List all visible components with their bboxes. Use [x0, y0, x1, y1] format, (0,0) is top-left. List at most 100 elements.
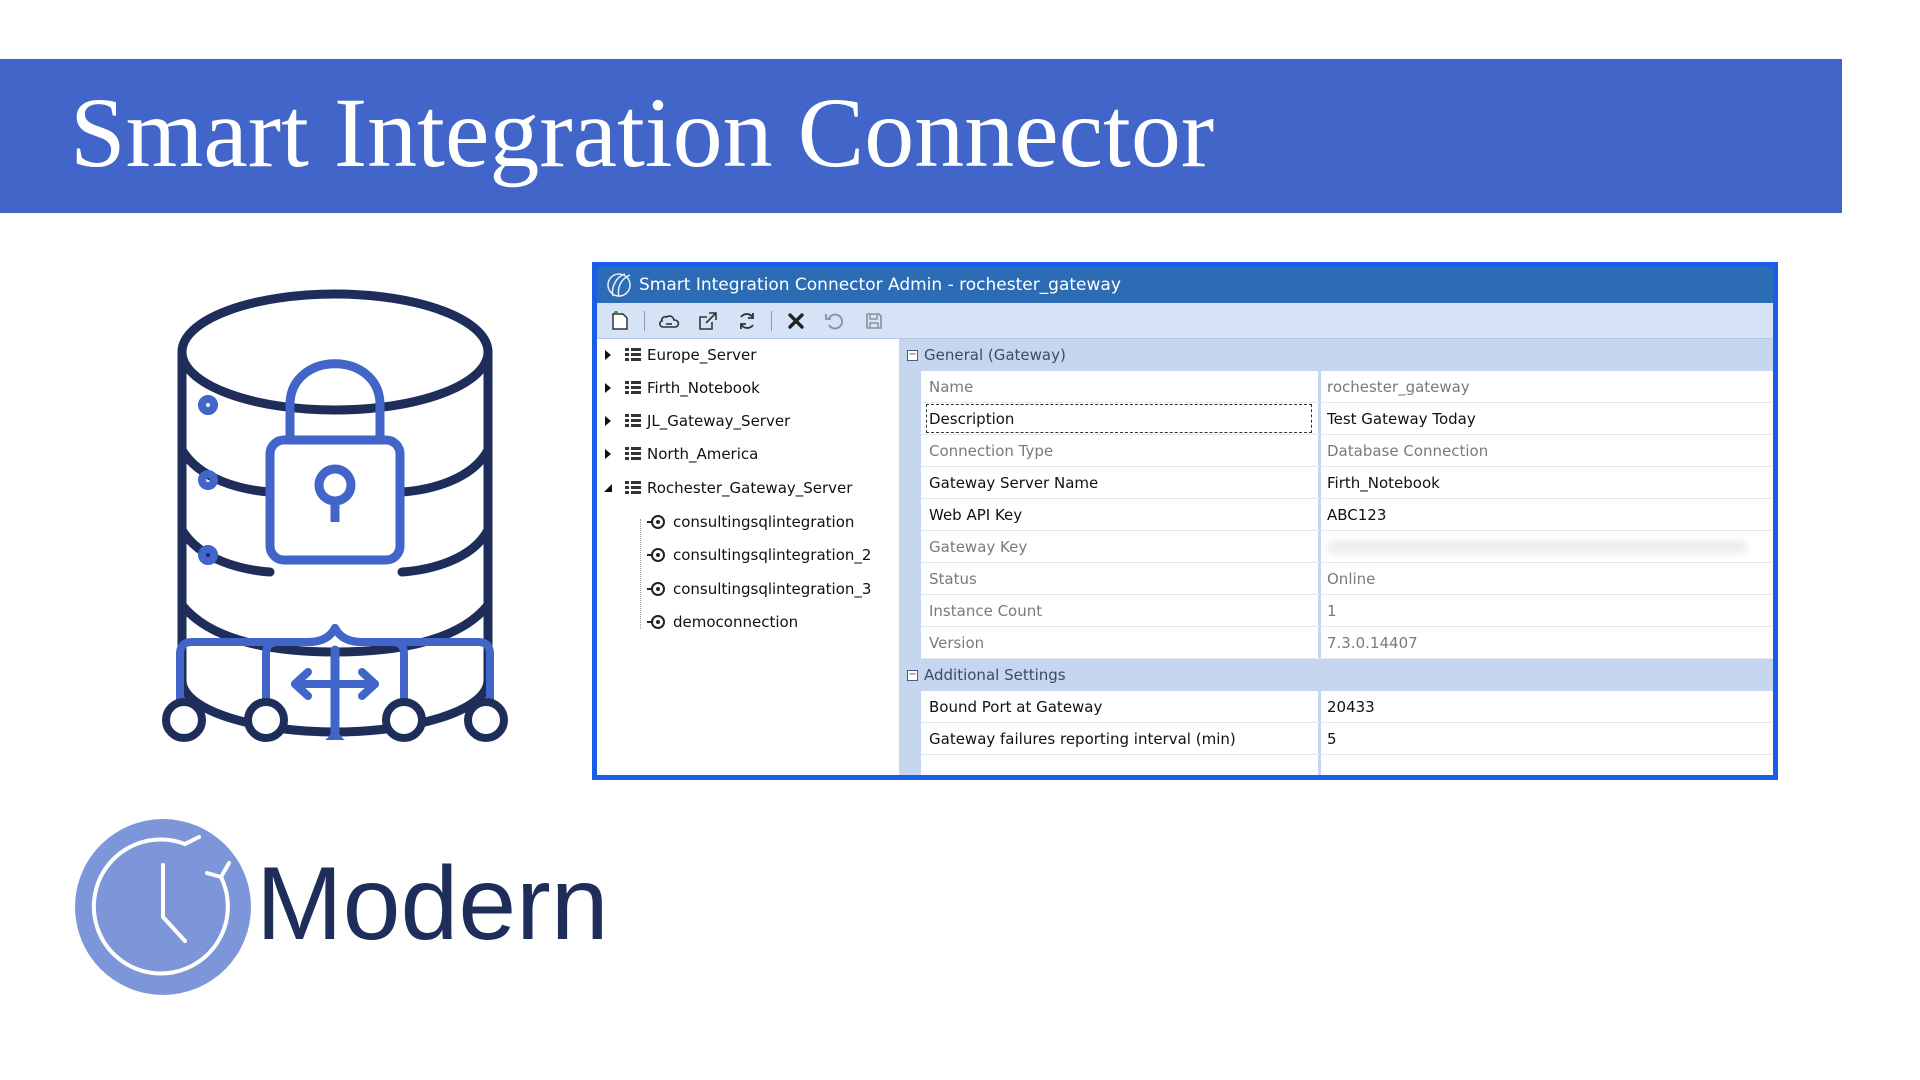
expand-arrow-icon[interactable]: [601, 381, 615, 395]
new-button[interactable]: [605, 307, 635, 335]
delete-button[interactable]: [781, 307, 811, 335]
property-name: Version: [929, 633, 985, 652]
cloud-icon: [659, 314, 680, 328]
property-value: 1: [1327, 601, 1337, 620]
failure-interval-field[interactable]: 5: [1321, 723, 1773, 754]
tree-item-label: democonnection: [673, 613, 799, 631]
web-api-key-field[interactable]: ABC123: [1321, 499, 1773, 530]
refresh-button[interactable]: [732, 307, 762, 335]
tree-item-label: consultingsqlintegration_3: [673, 580, 872, 598]
clock-icon: [75, 819, 251, 995]
server-tree: Europe_Server Firth_Notebook JL_Gateway_…: [597, 339, 899, 775]
expand-arrow-icon[interactable]: [601, 348, 615, 362]
grid-margin: [899, 339, 921, 775]
bound-port-field[interactable]: 20433: [1321, 691, 1773, 722]
description-field[interactable]: Test Gateway Today: [1321, 403, 1773, 434]
property-value: rochester_gateway: [1327, 377, 1470, 396]
expand-arrow-icon[interactable]: [601, 414, 615, 428]
property-name: Gateway Server Name: [929, 473, 1099, 492]
server-icon: [625, 348, 641, 361]
server-icon: [625, 447, 641, 460]
window-titlebar: Smart Integration Connector Admin - roch…: [597, 267, 1773, 303]
tree-item-connection[interactable]: consultingsqlintegration_3: [647, 574, 871, 604]
window-title: Smart Integration Connector Admin - roch…: [639, 275, 1121, 295]
tree-item-label: JL_Gateway_Server: [647, 412, 791, 430]
tree-item-server[interactable]: Firth_Notebook: [601, 373, 760, 403]
tree-item-label: consultingsqlintegration: [673, 513, 855, 531]
category-label: General (Gateway): [924, 346, 1066, 364]
tree-item-server[interactable]: North_America: [601, 439, 758, 469]
connection-icon: [647, 548, 665, 562]
property-row-description[interactable]: Description Test Gateway Today: [921, 403, 1773, 435]
property-name: Web API Key: [929, 505, 1023, 524]
gateway-key-value: [1321, 531, 1773, 562]
server-icon: [625, 414, 641, 427]
collapse-icon[interactable]: −: [907, 349, 918, 361]
tree-item-server-expanded[interactable]: Rochester_Gateway_Server: [601, 473, 852, 503]
brand-name: Modern: [256, 846, 609, 962]
export-icon: [699, 311, 717, 330]
property-row-status[interactable]: Status Online: [921, 563, 1773, 595]
property-name: Gateway Key: [929, 537, 1028, 556]
property-name: Gateway failures reporting interval (min…: [929, 729, 1236, 748]
property-name: Name: [929, 377, 974, 396]
collapse-arrow-icon[interactable]: [601, 481, 615, 495]
export-button[interactable]: [693, 307, 723, 335]
undo-icon: [825, 313, 843, 329]
toolbar-separator: [771, 310, 772, 331]
window-content: Europe_Server Firth_Notebook JL_Gateway_…: [597, 339, 1773, 775]
property-grid: − General (Gateway) Name rochester_gatew…: [899, 339, 1773, 775]
property-row-name[interactable]: Name rochester_gateway: [921, 371, 1773, 403]
property-row-bound-port[interactable]: Bound Port at Gateway 20433: [921, 691, 1773, 723]
property-row-web-api-key[interactable]: Web API Key ABC123: [921, 499, 1773, 531]
tree-item-server[interactable]: JL_Gateway_Server: [601, 406, 790, 436]
undo-button[interactable]: [820, 307, 850, 335]
connector-nodes-icon: [162, 624, 508, 742]
tree-item-label: North_America: [647, 445, 759, 463]
property-name: Status: [929, 569, 977, 588]
server-icon: [625, 381, 641, 394]
property-row-version[interactable]: Version 7.3.0.14407: [921, 627, 1773, 659]
app-logo-icon: [607, 273, 631, 298]
redacted-key: [1327, 539, 1747, 554]
property-row-instance-count[interactable]: Instance Count 1: [921, 595, 1773, 627]
tree-item-label: Europe_Server: [647, 346, 757, 364]
gateway-server-name-field[interactable]: Firth_Notebook: [1321, 467, 1773, 498]
property-value: 7.3.0.14407: [1327, 633, 1418, 652]
new-icon: [612, 310, 628, 330]
connection-icon: [647, 582, 665, 596]
category-additional-settings[interactable]: − Additional Settings: [899, 659, 1773, 691]
save-button[interactable]: [859, 307, 889, 335]
category-label: Additional Settings: [924, 666, 1066, 684]
property-name: Bound Port at Gateway: [929, 697, 1103, 716]
property-row-failure-interval[interactable]: Gateway failures reporting interval (min…: [921, 723, 1773, 755]
delete-icon: [788, 312, 804, 329]
tree-item-label: consultingsqlintegration_2: [673, 546, 872, 564]
property-row-gateway-key[interactable]: Gateway Key: [921, 531, 1773, 563]
refresh-icon: [740, 312, 754, 329]
category-general[interactable]: − General (Gateway): [899, 339, 1773, 371]
tree-item-connection[interactable]: consultingsqlintegration: [647, 507, 854, 537]
tree-item-server[interactable]: Europe_Server: [601, 340, 756, 370]
cloud-button[interactable]: [654, 307, 684, 335]
title-banner: Smart Integration Connector: [0, 59, 1842, 213]
connection-icon: [647, 615, 665, 629]
toolbar: [597, 303, 1773, 339]
toolbar-separator: [644, 310, 645, 331]
tree-item-label: Firth_Notebook: [647, 379, 760, 397]
property-name: Connection Type: [929, 441, 1054, 460]
collapse-icon[interactable]: −: [907, 669, 918, 681]
slide-title: Smart Integration Connector: [70, 77, 1215, 188]
tree-item-connection[interactable]: democonnection: [647, 607, 798, 637]
server-icon: [625, 481, 641, 494]
property-name: Description: [925, 403, 1313, 434]
property-value: Database Connection: [1327, 441, 1489, 460]
property-row-gateway-server-name[interactable]: Gateway Server Name Firth_Notebook: [921, 467, 1773, 499]
property-row-connection-type[interactable]: Connection Type Database Connection: [921, 435, 1773, 467]
property-value: Online: [1327, 569, 1376, 588]
expand-arrow-icon[interactable]: [601, 447, 615, 461]
tree-item-connection[interactable]: consultingsqlintegration_2: [647, 540, 871, 570]
connection-icon: [647, 515, 665, 529]
admin-window: Smart Integration Connector Admin - roch…: [592, 262, 1778, 780]
tree-connector-line: [640, 519, 641, 629]
